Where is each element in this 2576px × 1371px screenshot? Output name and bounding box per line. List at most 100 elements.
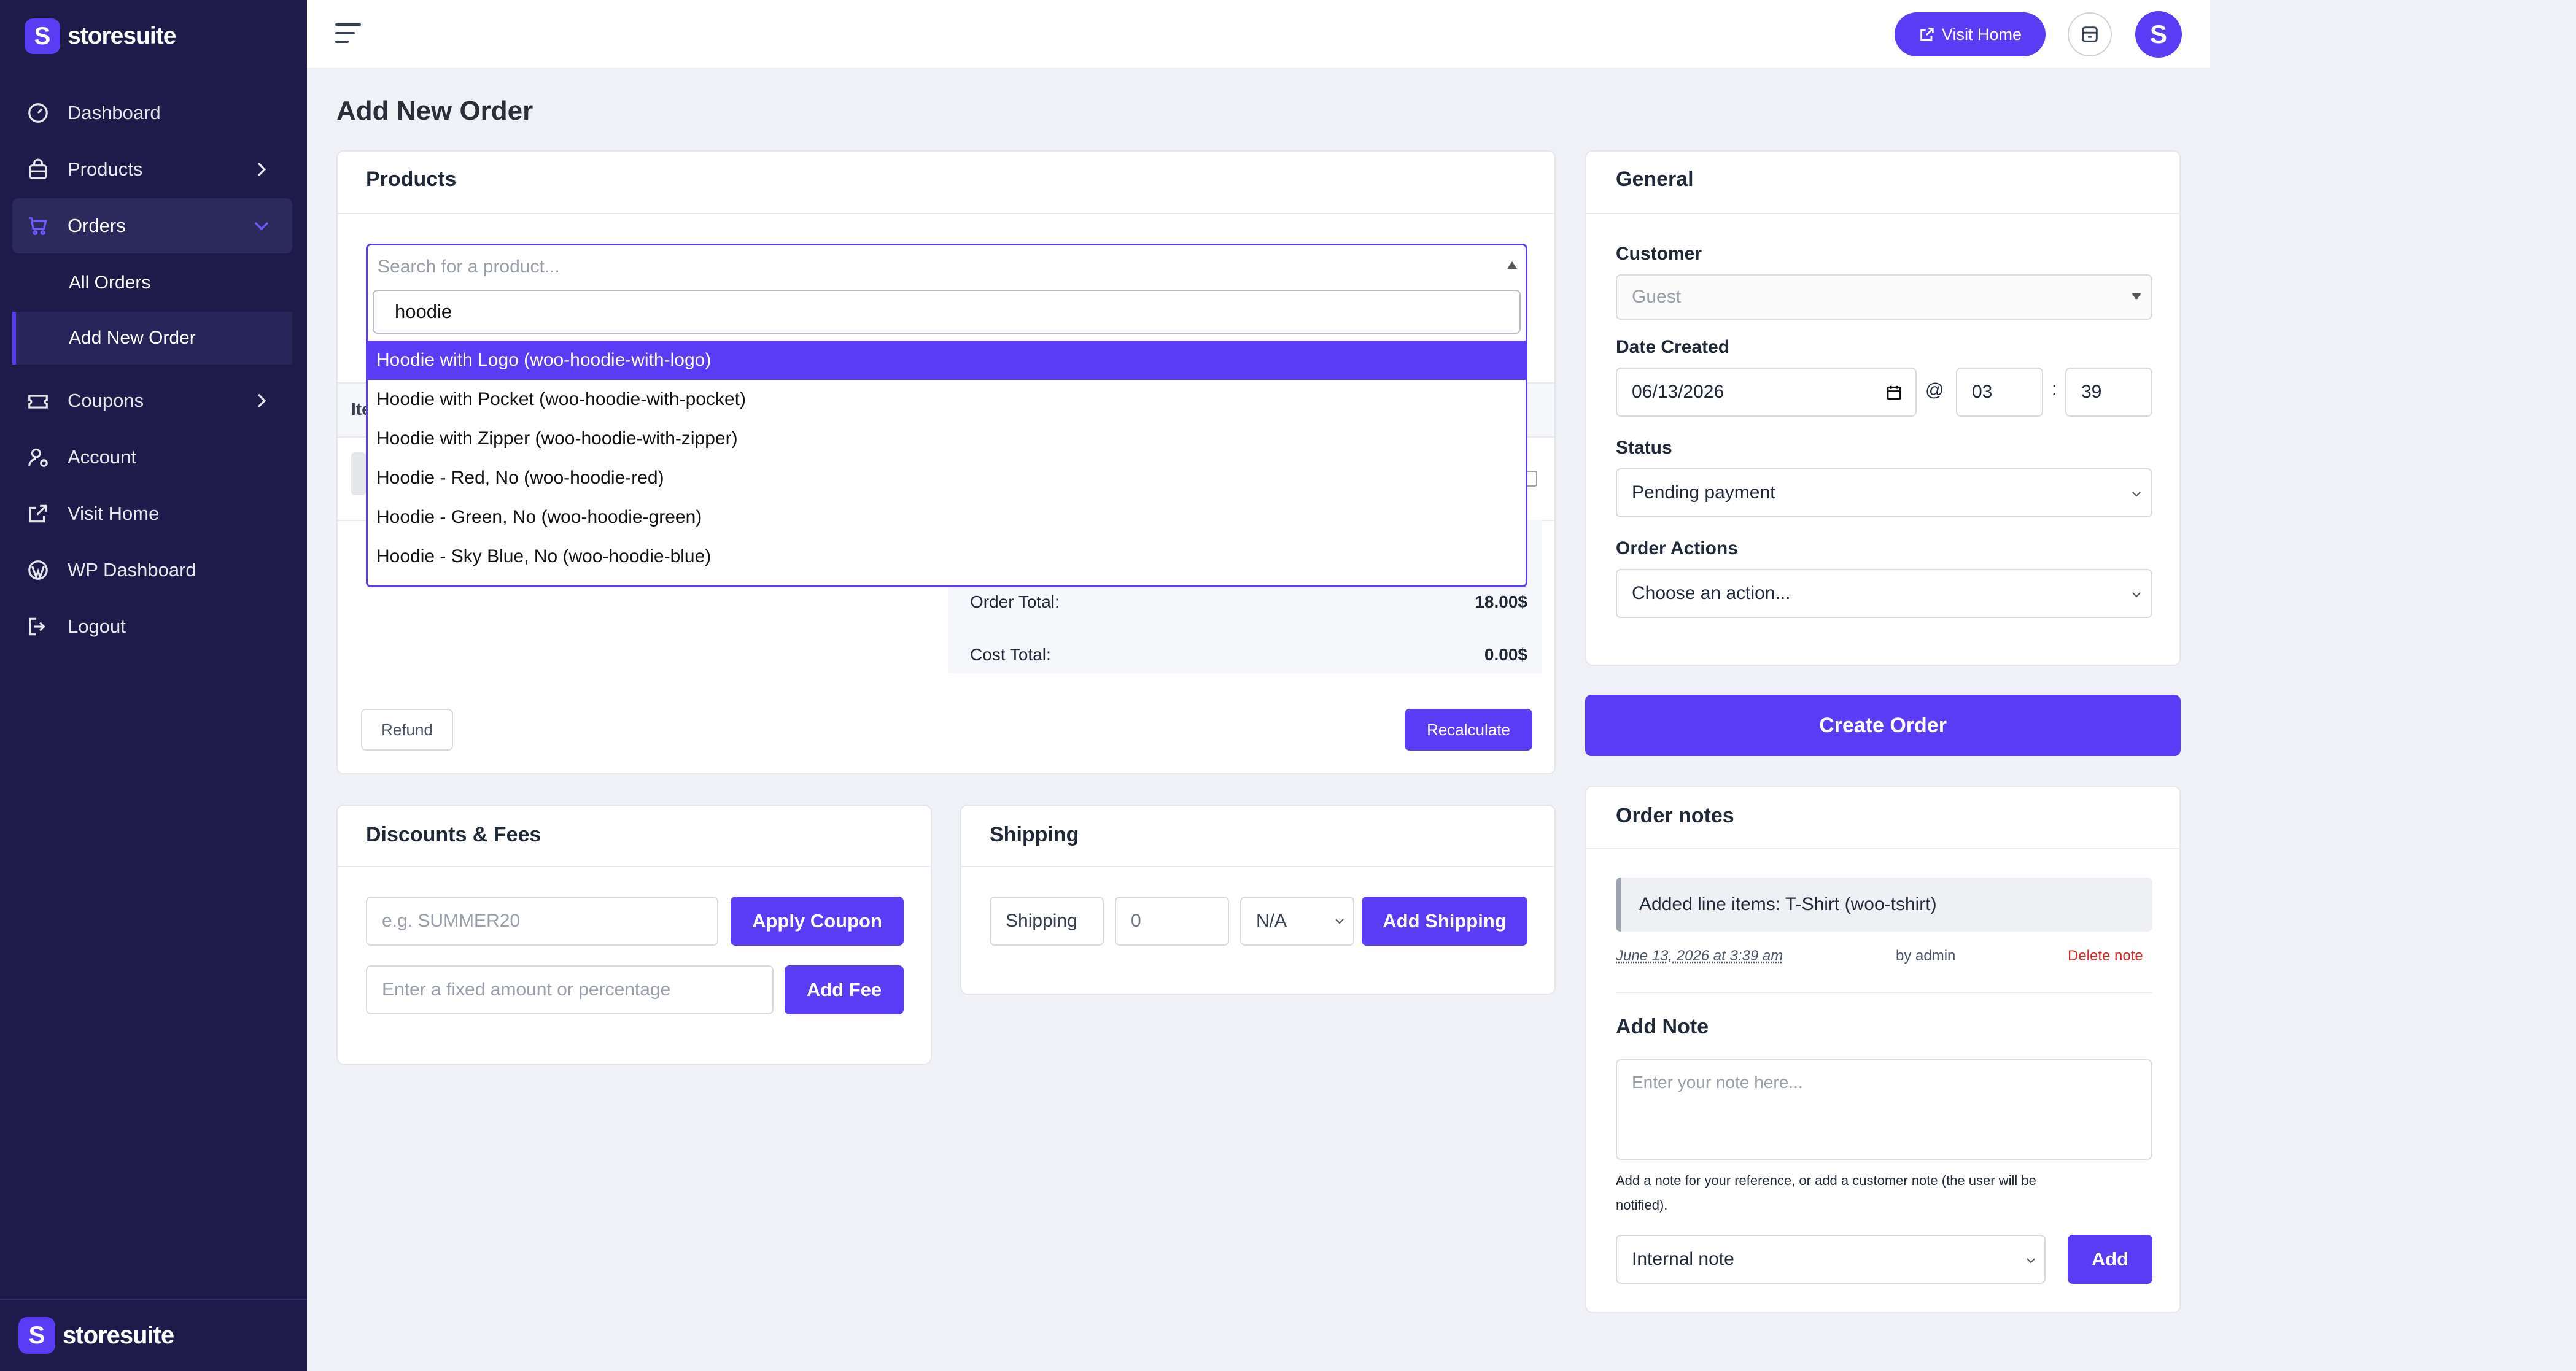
recalculate-button[interactable]: Recalculate xyxy=(1405,709,1532,751)
chevron-down-icon xyxy=(2129,587,2144,602)
sidebar-item-label: Dashboard xyxy=(68,102,161,123)
chevron-down-icon xyxy=(2023,1253,2038,1268)
sidebar-item-wp-dashboard[interactable]: WP Dashboard xyxy=(12,543,292,598)
brand-name: storesuite xyxy=(68,23,176,49)
sidebar-subitem-label: Add New Order xyxy=(69,328,196,348)
brand-logo[interactable]: S storesuite xyxy=(25,18,176,54)
product-result-option[interactable]: Hoodie - Red, No (woo-hoodie-red) xyxy=(368,458,1526,498)
store-icon[interactable] xyxy=(2068,12,2112,56)
sidebar-item-coupons[interactable]: Coupons xyxy=(12,373,292,428)
note-type-select[interactable]: Internal note xyxy=(1616,1235,2046,1284)
sidebar-item-logout[interactable]: Logout xyxy=(12,599,292,654)
create-order-button[interactable]: Create Order xyxy=(1585,695,2181,756)
order-notes-title: Order notes xyxy=(1616,804,1734,827)
add-fee-button[interactable]: Add Fee xyxy=(785,965,904,1014)
sidebar-item-account[interactable]: Account xyxy=(12,430,292,485)
shipping-class-select[interactable]: N/A xyxy=(1240,897,1354,946)
shipping-card: Shipping Shipping 0 N/A Add Shipping xyxy=(960,805,1556,995)
note-date: June 13, 2026 at 3:39 am xyxy=(1616,948,1783,964)
minute-input[interactable]: 39 xyxy=(2065,368,2152,417)
product-result-option[interactable]: Hoodie - Green, No (woo-hoodie-green) xyxy=(368,498,1526,537)
calendar-icon[interactable] xyxy=(1885,384,1903,402)
product-result-option[interactable]: Hoodie - Sky Blue, No (woo-hoodie-blue) xyxy=(368,537,1526,576)
sidebar-subitem-label: All Orders xyxy=(69,272,151,293)
ticket-icon xyxy=(25,387,52,414)
sidebar-item-label: Visit Home xyxy=(68,503,160,524)
date-created-label: Date Created xyxy=(1616,337,1730,357)
chevron-right-icon xyxy=(249,388,274,413)
sidebar-footer-brand: S storesuite xyxy=(0,1299,307,1371)
apply-coupon-button[interactable]: Apply Coupon xyxy=(731,897,904,946)
at-symbol: @ xyxy=(1925,380,1944,400)
fee-amount-input[interactable]: Enter a fixed amount or percentage xyxy=(366,965,774,1014)
caret-down-icon xyxy=(2132,293,2141,300)
add-note-button[interactable]: Add xyxy=(2068,1235,2152,1284)
chevron-down-icon xyxy=(249,214,274,238)
delete-note-link[interactable]: Delete note xyxy=(2068,948,2143,965)
logo-badge: S xyxy=(25,18,60,54)
sidebar-item-label: Orders xyxy=(68,215,126,236)
bag-icon xyxy=(25,156,52,183)
discounts-title: Discounts & Fees xyxy=(366,823,541,846)
time-colon: : xyxy=(2052,379,2057,399)
product-search-select[interactable]: Search for a product... xyxy=(368,245,1526,288)
general-card: General Customer Guest Date Created 06/1… xyxy=(1585,150,2181,666)
menu-toggle-icon[interactable] xyxy=(334,21,362,45)
order-notes-card: Order notes Added line items: T-Shirt (w… xyxy=(1585,786,2181,1313)
shipping-title: Shipping xyxy=(990,823,1079,846)
cost-total-label: Cost Total: xyxy=(970,645,1051,664)
sidebar-item-orders[interactable]: Orders xyxy=(12,198,292,253)
products-card: Products Ite $ Order Total: 18.00$ Cost … xyxy=(336,150,1556,774)
sidebar-item-dashboard[interactable]: Dashboard xyxy=(12,85,292,141)
product-result-option[interactable]: Hoodie with Zipper (woo-hoodie-with-zipp… xyxy=(368,419,1526,458)
gauge-icon xyxy=(25,99,52,126)
sidebar-item-products[interactable]: Products xyxy=(12,142,292,197)
cart-icon xyxy=(25,212,52,239)
divider xyxy=(338,213,1554,214)
product-result-option[interactable]: Hoodie with Logo (woo-hoodie-with-logo) xyxy=(368,341,1526,380)
status-select[interactable]: Pending payment xyxy=(1616,468,2152,517)
page-title: Add New Order xyxy=(336,96,533,126)
visit-home-button[interactable]: Visit Home xyxy=(1895,12,2046,56)
hour-input[interactable]: 03 xyxy=(1956,368,2043,417)
shipping-name-input[interactable]: Shipping xyxy=(990,897,1104,946)
add-note-title: Add Note xyxy=(1616,1015,1709,1038)
add-shipping-button[interactable]: Add Shipping xyxy=(1362,897,1527,946)
product-search-dropdown[interactable]: Search for a product... hoodie Hoodie wi… xyxy=(366,244,1527,587)
note-author: by admin xyxy=(1896,948,1956,964)
sidebar-subitem-add-new-order[interactable]: Add New Order xyxy=(12,312,292,365)
refund-button[interactable]: Refund xyxy=(361,709,453,751)
order-actions-select[interactable]: Choose an action... xyxy=(1616,569,2152,618)
external-link-icon xyxy=(1918,26,1936,43)
avatar[interactable]: S xyxy=(2135,11,2182,58)
chevron-down-icon xyxy=(2129,487,2144,501)
discounts-card: Discounts & Fees e.g. SUMMER20 Apply Cou… xyxy=(336,805,932,1065)
customer-select[interactable]: Guest xyxy=(1616,274,2152,320)
general-title: General xyxy=(1616,168,1694,191)
product-search-input[interactable]: hoodie xyxy=(373,290,1521,334)
sidebar-item-label: WP Dashboard xyxy=(68,559,196,581)
sidebar-item-label: Logout xyxy=(68,616,126,637)
divider xyxy=(1586,848,2179,849)
order-actions-label: Order Actions xyxy=(1616,538,1738,558)
chevron-right-icon xyxy=(249,157,274,182)
sidebar-item-visit-home[interactable]: Visit Home xyxy=(12,486,292,541)
shipping-amount-input[interactable]: 0 xyxy=(1115,897,1229,946)
order-total-value: 18.00$ xyxy=(1475,592,1527,611)
brand-name: storesuite xyxy=(63,1321,174,1349)
note-textarea[interactable]: Enter your note here... xyxy=(1616,1059,2152,1160)
note-help-text: Add a note for your reference, or add a … xyxy=(1616,1173,2036,1213)
product-result-option[interactable]: Hoodie with Pocket (woo-hoodie-with-pock… xyxy=(368,380,1526,419)
wordpress-icon xyxy=(25,557,52,584)
order-note: Added line items: T-Shirt (woo-tshirt) xyxy=(1616,878,2152,932)
sidebar-item-label: Products xyxy=(68,158,143,180)
divider xyxy=(338,866,931,867)
date-created-input[interactable]: 06/13/2026 xyxy=(1616,368,1917,417)
sidebar-subitem-all-orders[interactable]: All Orders xyxy=(12,257,292,309)
item-thumbnail xyxy=(351,452,366,495)
customer-label: Customer xyxy=(1616,244,1702,264)
sidebar-item-label: Account xyxy=(68,446,137,468)
divider xyxy=(961,866,1554,867)
user-gear-icon xyxy=(25,444,52,471)
coupon-code-input[interactable]: e.g. SUMMER20 xyxy=(366,897,718,946)
